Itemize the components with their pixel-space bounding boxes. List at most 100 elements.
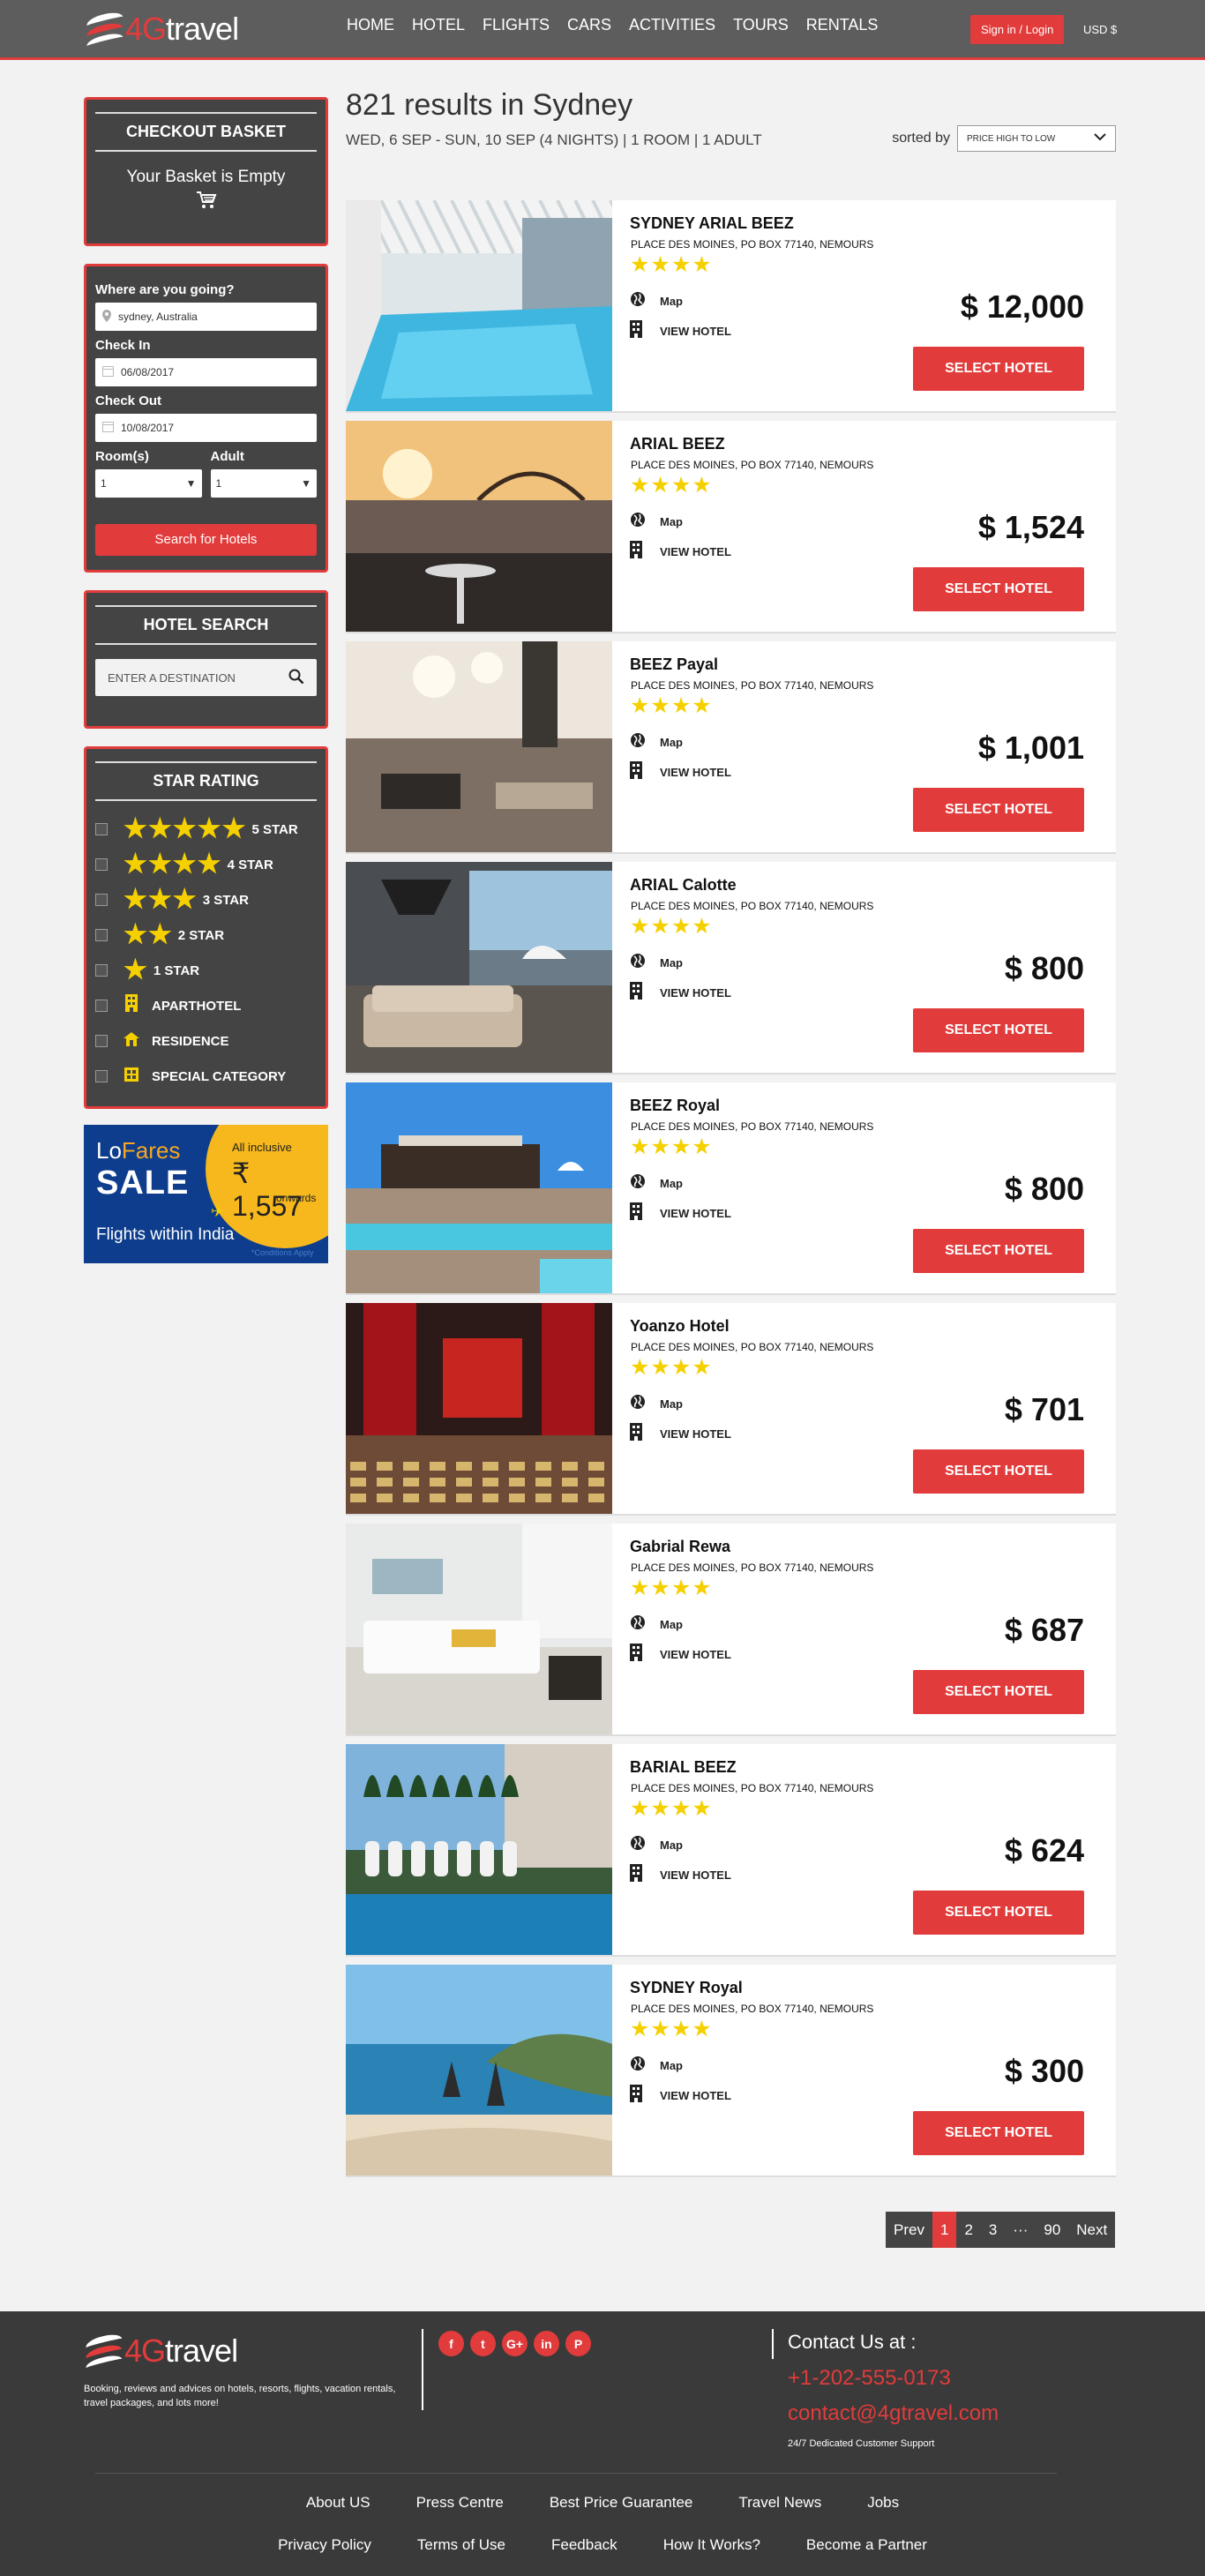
- hotel-map-link[interactable]: Map: [630, 1173, 683, 1194]
- adult-select[interactable]: 1 ▼: [210, 469, 317, 498]
- hotel-name[interactable]: BEEZ Royal: [630, 1097, 720, 1115]
- nav-cars[interactable]: CARS: [567, 16, 611, 34]
- hotel-name[interactable]: ARIAL Calotte: [630, 876, 737, 895]
- nav-home[interactable]: HOME: [347, 16, 394, 34]
- category-filter-special[interactable]: SPECIAL CATEGORY: [95, 1059, 317, 1094]
- hotel-name[interactable]: SYDNEY Royal: [630, 1979, 743, 1997]
- contact-email[interactable]: contact@4gtravel.com: [788, 2401, 999, 2426]
- nav-hotel[interactable]: HOTEL: [412, 16, 465, 34]
- pinterest-icon[interactable]: P: [565, 2331, 591, 2356]
- hotel-name[interactable]: Yoanzo Hotel: [630, 1317, 730, 1336]
- search-hotels-button[interactable]: Search for Hotels: [95, 524, 317, 556]
- select-hotel-button[interactable]: SELECT HOTEL: [913, 788, 1084, 832]
- star-filter-5[interactable]: ★★★★★ 5 STAR: [95, 812, 317, 847]
- pagination-page-2[interactable]: 2: [956, 2212, 980, 2248]
- checkout-date-field[interactable]: 10/08/2017: [95, 414, 317, 442]
- hotel-map-link[interactable]: Map: [630, 732, 683, 753]
- checkbox[interactable]: [95, 858, 108, 871]
- view-hotel-link[interactable]: VIEW HOTEL: [630, 541, 731, 563]
- hotel-photo[interactable]: [346, 1965, 612, 2175]
- footer-link-how-it-works[interactable]: How It Works?: [663, 2536, 760, 2554]
- lofares-ad-banner[interactable]: LoFares SALE All inclusive ₹ 1,557 onwar…: [84, 1125, 328, 1263]
- google-plus-icon[interactable]: G+: [502, 2331, 528, 2356]
- checkbox[interactable]: [95, 823, 108, 835]
- select-hotel-button[interactable]: SELECT HOTEL: [913, 1891, 1084, 1935]
- select-hotel-button[interactable]: SELECT HOTEL: [913, 1670, 1084, 1714]
- hotel-photo[interactable]: [346, 1082, 612, 1293]
- star-filter-1[interactable]: ★ 1 STAR: [95, 953, 317, 988]
- footer-link-about[interactable]: About US: [306, 2494, 370, 2512]
- footer-link-feedback[interactable]: Feedback: [551, 2536, 617, 2554]
- view-hotel-link[interactable]: VIEW HOTEL: [630, 1644, 731, 1666]
- view-hotel-link[interactable]: VIEW HOTEL: [630, 982, 731, 1004]
- hotel-photo[interactable]: [346, 1524, 612, 1734]
- signin-button[interactable]: Sign in / Login: [970, 15, 1065, 44]
- star-filter-3[interactable]: ★★★ 3 STAR: [95, 882, 317, 917]
- select-hotel-button[interactable]: SELECT HOTEL: [913, 1229, 1084, 1273]
- hotel-map-link[interactable]: Map: [630, 1394, 683, 1414]
- hotel-map-link[interactable]: Map: [630, 512, 683, 532]
- site-logo[interactable]: 4Gtravel: [85, 9, 239, 52]
- destination-search-input[interactable]: ENTER A DESTINATION: [95, 659, 317, 696]
- nav-activities[interactable]: ACTIVITIES: [629, 16, 715, 34]
- hotel-name[interactable]: SYDNEY ARIAL BEEZ: [630, 214, 794, 233]
- footer-link-best-price[interactable]: Best Price Guarantee: [550, 2494, 693, 2512]
- sort-select[interactable]: PRICE HIGH TO LOW: [957, 125, 1116, 152]
- pagination-last[interactable]: 90: [1036, 2212, 1068, 2248]
- hotel-name[interactable]: BARIAL BEEZ: [630, 1758, 737, 1777]
- hotel-photo[interactable]: [346, 1744, 612, 1955]
- hotel-map-link[interactable]: Map: [630, 953, 683, 973]
- hotel-map-link[interactable]: Map: [630, 1835, 683, 1855]
- nav-flights[interactable]: FLIGHTS: [483, 16, 550, 34]
- footer-link-travel-news[interactable]: Travel News: [738, 2494, 821, 2512]
- hotel-photo[interactable]: [346, 862, 612, 1073]
- view-hotel-link[interactable]: VIEW HOTEL: [630, 1864, 731, 1886]
- select-hotel-button[interactable]: SELECT HOTEL: [913, 347, 1084, 391]
- hotel-photo[interactable]: [346, 641, 612, 852]
- hotel-photo[interactable]: [346, 421, 612, 632]
- pagination-page-3[interactable]: 3: [981, 2212, 1005, 2248]
- star-filter-2[interactable]: ★★ 2 STAR: [95, 917, 317, 953]
- checkbox[interactable]: [95, 1035, 108, 1047]
- hotel-name[interactable]: Gabrial Rewa: [630, 1538, 730, 1556]
- footer-link-partner[interactable]: Become a Partner: [806, 2536, 927, 2554]
- view-hotel-link[interactable]: VIEW HOTEL: [630, 320, 731, 342]
- twitter-icon[interactable]: t: [470, 2331, 496, 2356]
- select-hotel-button[interactable]: SELECT HOTEL: [913, 2111, 1084, 2155]
- footer-link-terms[interactable]: Terms of Use: [417, 2536, 505, 2554]
- nav-rentals[interactable]: RENTALS: [806, 16, 879, 34]
- hotel-map-link[interactable]: Map: [630, 291, 683, 311]
- facebook-icon[interactable]: f: [438, 2331, 464, 2356]
- nav-tours[interactable]: TOURS: [733, 16, 789, 34]
- hotel-map-link[interactable]: Map: [630, 2056, 683, 2076]
- select-hotel-button[interactable]: SELECT HOTEL: [913, 1449, 1084, 1494]
- hotel-map-link[interactable]: Map: [630, 1614, 683, 1635]
- footer-logo[interactable]: 4Gtravel: [84, 2331, 238, 2374]
- hotel-photo[interactable]: [346, 1303, 612, 1514]
- checkin-date-field[interactable]: 06/08/2017: [95, 358, 317, 386]
- hotel-name[interactable]: BEEZ Payal: [630, 655, 718, 674]
- search-icon[interactable]: [288, 669, 304, 687]
- checkbox[interactable]: [95, 894, 108, 906]
- footer-link-jobs[interactable]: Jobs: [867, 2494, 899, 2512]
- footer-link-press[interactable]: Press Centre: [416, 2494, 504, 2512]
- pagination-prev[interactable]: Prev: [886, 2212, 932, 2248]
- checkbox[interactable]: [95, 929, 108, 941]
- rooms-select[interactable]: 1 ▼: [95, 469, 202, 498]
- select-hotel-button[interactable]: SELECT HOTEL: [913, 1008, 1084, 1052]
- linkedin-icon[interactable]: in: [534, 2331, 559, 2356]
- category-filter-residence[interactable]: RESIDENCE: [95, 1023, 317, 1059]
- pagination-next[interactable]: Next: [1068, 2212, 1115, 2248]
- star-filter-4[interactable]: ★★★★ 4 STAR: [95, 847, 317, 882]
- view-hotel-link[interactable]: VIEW HOTEL: [630, 1423, 731, 1445]
- contact-phone[interactable]: +1-202-555-0173: [788, 2366, 951, 2391]
- destination-field[interactable]: sydney, Australia: [95, 303, 317, 331]
- currency-selector[interactable]: USD $: [1083, 23, 1117, 36]
- category-filter-aparthotel[interactable]: APARTHOTEL: [95, 988, 317, 1023]
- hotel-photo[interactable]: [346, 200, 612, 411]
- checkbox[interactable]: [95, 1000, 108, 1012]
- view-hotel-link[interactable]: VIEW HOTEL: [630, 1202, 731, 1224]
- checkbox[interactable]: [95, 964, 108, 977]
- view-hotel-link[interactable]: VIEW HOTEL: [630, 2085, 731, 2107]
- pagination-page-1[interactable]: 1: [932, 2212, 957, 2248]
